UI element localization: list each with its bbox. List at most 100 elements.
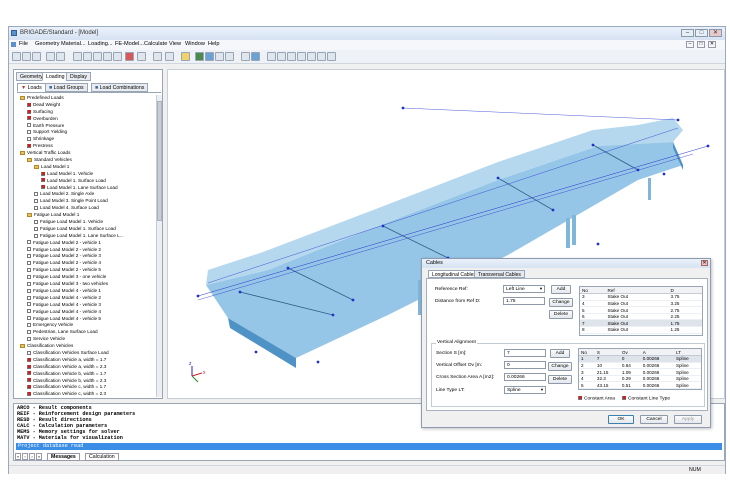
- checkbox-icon[interactable]: [27, 288, 31, 293]
- checkbox-icon[interactable]: [27, 261, 31, 266]
- reference-select[interactable]: Left Line ▼: [503, 285, 545, 293]
- tree-folder[interactable]: Classification Vehicles: [16, 343, 154, 350]
- dialog-close-button[interactable]: ✕: [701, 260, 708, 266]
- tree-item[interactable]: Classification Vehicle b, width = 1.7: [16, 371, 154, 378]
- tab-loads[interactable]: ▼ Loads: [17, 83, 46, 92]
- checkbox-checked-icon[interactable]: [41, 171, 45, 176]
- settings-icon[interactable]: [137, 52, 146, 61]
- tree-folder[interactable]: Load Model 1: [16, 164, 154, 171]
- tab-calculation[interactable]: Calculation: [85, 453, 119, 461]
- tree-folder[interactable]: Predefined Loads: [16, 95, 154, 102]
- first-tab-icon[interactable]: «: [15, 453, 21, 460]
- tree-item[interactable]: Service Vehicle: [16, 336, 154, 343]
- delete-section-button[interactable]: Delete: [548, 375, 572, 384]
- menu-file[interactable]: File: [19, 41, 28, 47]
- view-iso-icon[interactable]: [327, 52, 336, 61]
- tree-item[interactable]: Fatigue Load Model 1. Surface Load: [16, 226, 154, 233]
- table-row[interactable]: 1 7 0 0.00266 Spline: [579, 355, 701, 363]
- checkbox-icon[interactable]: [27, 295, 31, 300]
- table-row[interactable]: 3 Stake Out 3.75: [580, 293, 702, 301]
- section-input[interactable]: 7: [504, 349, 546, 357]
- checkbox-checked-icon[interactable]: [27, 392, 31, 397]
- child-minimize-button[interactable]: –: [686, 41, 694, 48]
- menu-view[interactable]: View: [169, 41, 181, 47]
- checkbox-icon[interactable]: [34, 206, 38, 211]
- last-tab-icon[interactable]: »: [36, 453, 42, 460]
- table-row[interactable]: 8 Stake Out 1.25: [580, 326, 702, 334]
- tab-transversal-cables[interactable]: Transversal Cables: [474, 270, 525, 278]
- tab-messages[interactable]: Messages: [47, 453, 80, 461]
- folder-icon[interactable]: [20, 95, 25, 100]
- distance-input[interactable]: 1.75: [503, 297, 545, 305]
- tree-item[interactable]: Fatigue Load Model 4 - vehicle 2: [16, 295, 154, 302]
- checkbox-icon[interactable]: [34, 192, 38, 197]
- table-row[interactable]: 6 Stake Out 2.25: [580, 313, 702, 321]
- menu-material[interactable]: Material...: [61, 41, 86, 47]
- table-row[interactable]: 7 Stake Out 1.75: [580, 319, 702, 328]
- column-header[interactable]: LT: [673, 349, 701, 357]
- checkbox-icon[interactable]: [34, 226, 38, 231]
- checkbox-checked-icon[interactable]: [27, 116, 31, 121]
- view-back-icon[interactable]: [277, 52, 286, 61]
- checkbox-icon[interactable]: [27, 350, 31, 355]
- pan-icon[interactable]: [113, 52, 122, 61]
- tree-scrollbar[interactable]: [156, 95, 162, 397]
- step-icon[interactable]: [165, 52, 174, 61]
- menu-fe-model[interactable]: FE-Model...: [115, 41, 144, 47]
- checkbox-icon[interactable]: [27, 254, 31, 259]
- prev-tab-icon[interactable]: ‹: [22, 453, 28, 460]
- color-icon[interactable]: [181, 52, 190, 61]
- zoom-window-icon[interactable]: [83, 52, 92, 61]
- child-close-button[interactable]: ✕: [708, 41, 716, 48]
- checkbox-checked-icon[interactable]: [27, 364, 31, 369]
- tree-item[interactable]: Fatigue Load Model 4 - vehicle 5: [16, 316, 154, 323]
- tree-item[interactable]: Fatigue Load Model 2 - vehicle 3: [16, 253, 154, 260]
- menu-calculate[interactable]: Calculate: [144, 41, 167, 47]
- folder-icon[interactable]: [27, 157, 32, 162]
- column-header[interactable]: A: [640, 349, 674, 357]
- folder-icon[interactable]: [20, 150, 25, 155]
- checkbox-checked-icon[interactable]: [41, 178, 45, 183]
- new-icon[interactable]: [12, 52, 21, 61]
- next-tab-icon[interactable]: ›: [29, 453, 35, 460]
- checkbox-icon[interactable]: [27, 130, 31, 135]
- column-header[interactable]: S: [594, 349, 620, 357]
- tree-item[interactable]: Fatigue Load Model 1. Vehicle: [16, 219, 154, 226]
- tree-item[interactable]: Load Model 1. Lane Surface Load: [16, 185, 154, 192]
- change-reference-button[interactable]: Change: [549, 298, 573, 307]
- tree-item[interactable]: Prestress: [16, 143, 154, 150]
- tree-item[interactable]: Surfacing: [16, 109, 154, 116]
- view-wire-icon[interactable]: [215, 52, 224, 61]
- menu-window[interactable]: Window: [185, 41, 205, 47]
- add-section-button[interactable]: Add: [550, 349, 570, 358]
- tree-item[interactable]: Load Model 3. Single Point Load: [16, 198, 154, 205]
- checkbox-icon[interactable]: [27, 309, 31, 314]
- voffset-input[interactable]: 0: [504, 361, 546, 369]
- view-top-icon[interactable]: [307, 52, 316, 61]
- add-reference-button[interactable]: Add: [551, 285, 571, 294]
- tree-item[interactable]: Fatigue Load Model 2 - vehicle 2: [16, 247, 154, 254]
- tree-item[interactable]: Load Model 2. Single Axle: [16, 191, 154, 198]
- constant-area-checkbox[interactable]: Constant Area: [578, 396, 615, 401]
- tree-item[interactable]: Fatigue Load Model 2 - vehicle 1: [16, 240, 154, 247]
- play-icon[interactable]: [153, 52, 162, 61]
- area-input[interactable]: 0.00266: [504, 373, 546, 381]
- tree-item[interactable]: Classification Vehicle b, width = 2.3: [16, 378, 154, 385]
- menu-loading[interactable]: Loading...: [88, 41, 113, 47]
- tree-item[interactable]: Overburden: [16, 116, 154, 123]
- close-button[interactable]: ✕: [709, 29, 722, 37]
- highlight-icon[interactable]: [251, 52, 260, 61]
- column-header[interactable]: Ref: [605, 287, 669, 295]
- tree-scroll-thumb[interactable]: [157, 101, 162, 221]
- child-maximize-button[interactable]: □: [697, 41, 705, 48]
- table-row[interactable]: 2 10 0.64 0.00266 Spline: [579, 362, 701, 370]
- menu-geometry[interactable]: Geometry: [35, 41, 60, 47]
- view-front-icon[interactable]: [267, 52, 276, 61]
- tree-item[interactable]: Fatigue Load Model 2 - vehicle 4: [16, 260, 154, 267]
- zoom-icon[interactable]: [93, 52, 102, 61]
- render-icon[interactable]: [125, 52, 134, 61]
- delete-reference-button[interactable]: Delete: [549, 310, 573, 319]
- tree-folder[interactable]: Fatigue Load Model 1: [16, 212, 154, 219]
- tree-item[interactable]: Earth Pressure: [16, 123, 154, 130]
- tree-item[interactable]: Classification Vehicles Surface Load: [16, 350, 154, 357]
